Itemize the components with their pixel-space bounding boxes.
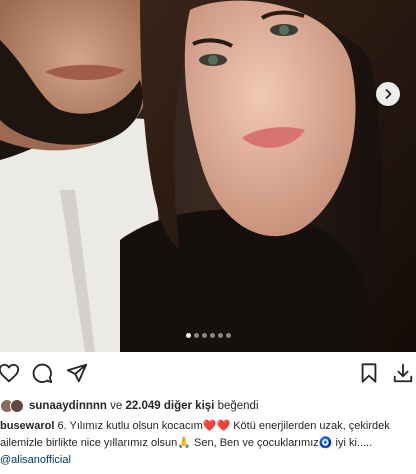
- caption-mention[interactable]: @alisanofficial: [0, 454, 71, 466]
- carousel-indicator: [0, 333, 416, 338]
- carousel-dot: [201, 333, 207, 338]
- comment-button[interactable]: [29, 360, 55, 386]
- download-button[interactable]: [390, 360, 416, 386]
- save-button[interactable]: [356, 360, 382, 386]
- caption-text-1: 6. Yılımız kutlu olsun kocacım❤️❤️ Kötü …: [54, 420, 390, 432]
- likes-suffix: beğendi: [214, 400, 259, 412]
- avatar: [10, 399, 24, 413]
- share-button[interactable]: [64, 360, 90, 386]
- paper-plane-icon: [66, 363, 88, 383]
- likes-summary: sunaaydinnnn ve 22.049 diğer kişi beğend…: [0, 398, 259, 414]
- next-photo-button[interactable]: [376, 82, 400, 106]
- likes-count[interactable]: 22.049 diğer kişi: [126, 400, 215, 412]
- liker-avatars: [0, 399, 26, 413]
- caption-text-2: ailemizle birlikte nice yıllarımız olsun…: [0, 437, 373, 449]
- bookmark-icon: [361, 363, 377, 383]
- caption-username[interactable]: busewarol: [0, 420, 54, 432]
- post-caption: busewarol 6. Yılımız kutlu olsun kocacım…: [0, 418, 416, 452]
- carousel-dot: [217, 333, 223, 338]
- post-actions-bar: [0, 360, 416, 390]
- like-button[interactable]: [0, 360, 22, 386]
- carousel-dot: [225, 333, 231, 338]
- heart-icon: [0, 363, 20, 383]
- post-photo[interactable]: [0, 0, 416, 352]
- carousel-dot: [193, 333, 199, 338]
- download-icon: [393, 363, 413, 383]
- carousel-dot: [185, 333, 191, 338]
- likes-connector: ve: [106, 400, 126, 412]
- liker-username[interactable]: sunaaydinnnn: [29, 400, 107, 412]
- comment-icon: [32, 363, 53, 384]
- couple-photo-image: [0, 0, 416, 352]
- carousel-dot: [209, 333, 215, 338]
- chevron-right-icon: [385, 89, 392, 99]
- caption-line-1: busewarol 6. Yılımız kutlu olsun kocacım…: [0, 418, 416, 435]
